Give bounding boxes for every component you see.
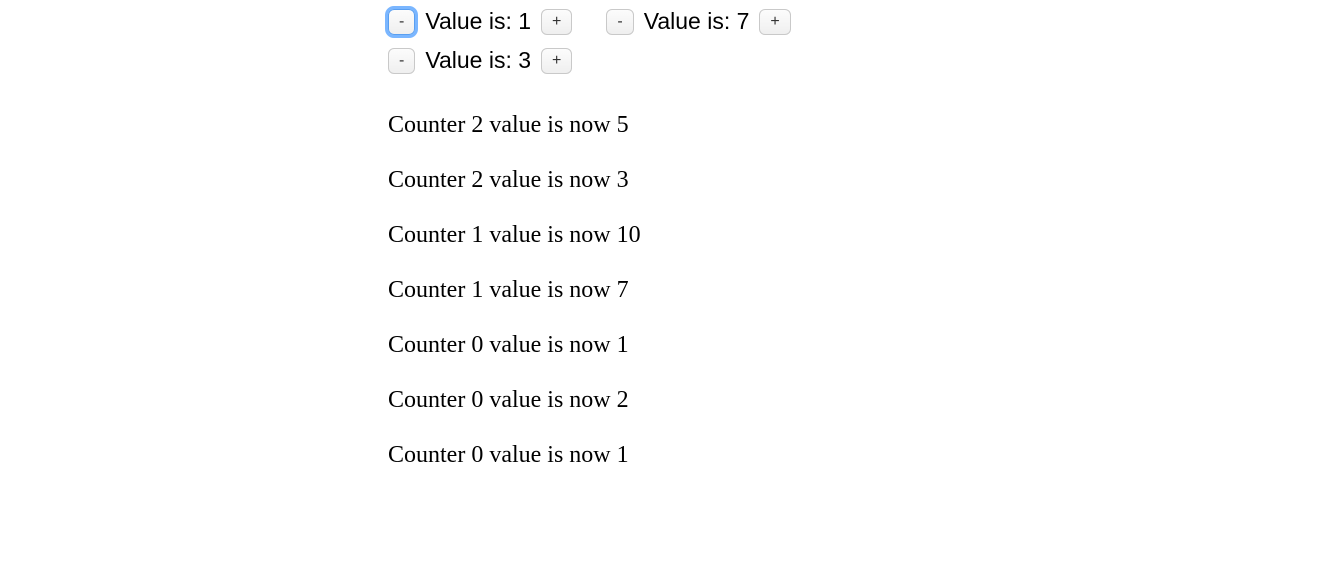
log-entry: Counter 1 value is now 7	[388, 277, 948, 304]
counters-row: - Value is: 1 + - Value is: 7 + - Value …	[388, 8, 948, 86]
decrement-button[interactable]: -	[388, 48, 415, 74]
increment-button[interactable]: +	[541, 9, 572, 35]
log-entry: Counter 0 value is now 1	[388, 332, 948, 359]
increment-button[interactable]: +	[541, 48, 572, 74]
log-entry: Counter 0 value is now 1	[388, 442, 948, 469]
log-list: Counter 2 value is now 5 Counter 2 value…	[388, 112, 948, 469]
counter-value-label: Value is: 1	[425, 8, 531, 35]
increment-button[interactable]: +	[759, 9, 790, 35]
counter-2: - Value is: 3 +	[388, 47, 572, 74]
log-entry: Counter 0 value is now 2	[388, 387, 948, 414]
counter-1: - Value is: 7 +	[606, 8, 790, 35]
log-entry: Counter 2 value is now 5	[388, 112, 948, 139]
log-entry: Counter 1 value is now 10	[388, 222, 948, 249]
decrement-button[interactable]: -	[388, 9, 415, 35]
decrement-button[interactable]: -	[606, 9, 633, 35]
counter-value-label: Value is: 3	[425, 47, 531, 74]
log-entry: Counter 2 value is now 3	[388, 167, 948, 194]
counter-0: - Value is: 1 +	[388, 8, 572, 35]
counter-value-label: Value is: 7	[644, 8, 750, 35]
